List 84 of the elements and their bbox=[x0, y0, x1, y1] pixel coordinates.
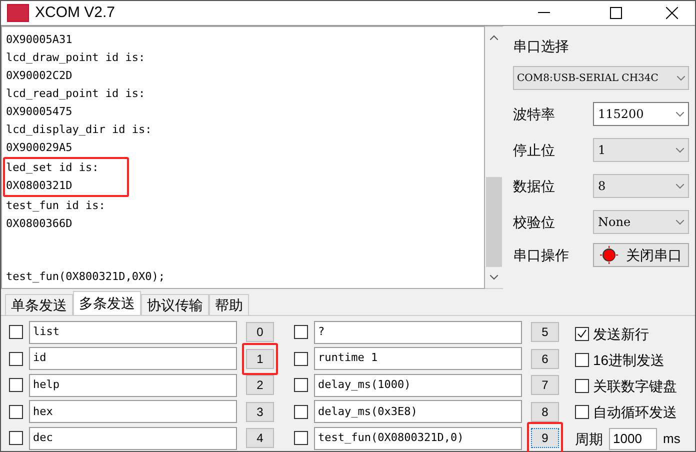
send-button[interactable]: 2 bbox=[246, 375, 274, 396]
command-field[interactable]: runtime 1 bbox=[314, 347, 522, 370]
field-label: 数据位 bbox=[513, 176, 556, 196]
port-operation-label: 串口操作 bbox=[513, 246, 570, 264]
checkbox[interactable] bbox=[9, 431, 23, 446]
checkbox[interactable] bbox=[575, 405, 589, 419]
command-field[interactable]: id bbox=[29, 347, 237, 370]
scroll-thumb[interactable] bbox=[486, 177, 502, 267]
scrollbar[interactable] bbox=[485, 26, 503, 289]
command-field[interactable]: help bbox=[29, 374, 237, 397]
option-label: 发送新行 bbox=[593, 324, 649, 344]
send-button[interactable]: 7 bbox=[531, 375, 559, 396]
close-icon bbox=[666, 7, 678, 19]
log-line: test_fun(0X800321D,0X0); bbox=[6, 269, 166, 285]
log-line: 0X90005A31 bbox=[6, 32, 74, 48]
chevron-down-icon bbox=[676, 148, 684, 152]
checkbox[interactable] bbox=[9, 352, 23, 366]
period-field[interactable]: 1000 bbox=[609, 428, 657, 450]
checkbox[interactable] bbox=[575, 327, 589, 341]
log-line: 0X90002C2D bbox=[6, 68, 74, 84]
app-logo-icon bbox=[7, 4, 29, 22]
log-line: lcd_read_point id is: bbox=[6, 86, 146, 102]
field-label: 停止位 bbox=[513, 140, 556, 160]
send-button[interactable]: 9 bbox=[531, 428, 559, 448]
option-label: 关联数字键盘 bbox=[593, 376, 677, 396]
tab[interactable]: 单条发送 bbox=[5, 294, 73, 315]
chevron-down-icon bbox=[676, 112, 684, 116]
checkbox[interactable] bbox=[294, 404, 308, 419]
command-field[interactable]: delay_ms(1000) bbox=[314, 374, 522, 397]
chevron-down-icon bbox=[676, 184, 684, 188]
option-label: 16进制发送 bbox=[593, 350, 665, 370]
checkbox[interactable] bbox=[9, 404, 23, 419]
command-field[interactable]: hex bbox=[29, 400, 237, 424]
chevron-down-icon bbox=[676, 220, 684, 224]
indicator-light-icon bbox=[600, 246, 618, 264]
checkbox[interactable] bbox=[575, 379, 589, 393]
checkbox[interactable] bbox=[9, 325, 23, 339]
checkbox[interactable] bbox=[294, 378, 308, 392]
tab[interactable]: 多条发送 bbox=[73, 291, 141, 315]
tab[interactable]: 帮助 bbox=[209, 294, 249, 315]
send-button[interactable]: 8 bbox=[531, 402, 559, 422]
command-field[interactable]: test_fun(0X0800321D,0) bbox=[314, 426, 522, 450]
window-title: XCOM V2.7 bbox=[35, 2, 116, 23]
log-line: lcd_draw_point id is: bbox=[6, 50, 146, 66]
send-button[interactable]: 1 bbox=[246, 348, 274, 369]
settings-dropdown[interactable]: 1 bbox=[593, 138, 689, 162]
settings-dropdown[interactable]: None bbox=[593, 210, 689, 234]
command-field[interactable]: list bbox=[29, 320, 237, 344]
log-line: led_set id is: bbox=[6, 160, 100, 176]
send-button[interactable]: 0 bbox=[246, 322, 274, 342]
maximize-icon bbox=[610, 7, 622, 19]
port-dropdown[interactable]: COM8:USB-SERIAL CH34C bbox=[513, 66, 689, 90]
checkbox[interactable] bbox=[294, 352, 308, 366]
send-button[interactable]: 5 bbox=[531, 322, 559, 342]
chevron-down-icon bbox=[677, 76, 685, 80]
checkbox[interactable] bbox=[294, 431, 308, 446]
log-line: lcd_display_dir id is: bbox=[6, 122, 153, 138]
checkbox[interactable] bbox=[575, 353, 589, 367]
settings-dropdown[interactable]: 8 bbox=[593, 174, 689, 198]
field-label: 波特率 bbox=[513, 104, 556, 124]
log-line: 0X900029A5 bbox=[6, 140, 74, 156]
log-line: 0X90005475 bbox=[6, 104, 74, 120]
command-field[interactable]: delay_ms(0x3E8) bbox=[314, 400, 522, 424]
send-button[interactable]: 6 bbox=[531, 348, 559, 369]
period-unit: ms bbox=[663, 430, 680, 448]
period-label: 周期 bbox=[575, 430, 603, 448]
send-button[interactable]: 3 bbox=[246, 402, 274, 422]
log-line: 0X0800366D bbox=[6, 216, 74, 232]
port-select-label: 串口选择 bbox=[513, 37, 570, 56]
log-line: test_fun id is: bbox=[6, 198, 106, 214]
option-label: 自动循环发送 bbox=[593, 402, 677, 422]
field-label: 校验位 bbox=[513, 212, 556, 232]
command-field[interactable]: ? bbox=[314, 320, 522, 344]
tab[interactable]: 协议传输 bbox=[141, 294, 209, 315]
scroll-up-icon[interactable] bbox=[490, 35, 498, 40]
send-button[interactable]: 4 bbox=[246, 428, 274, 448]
checkbox[interactable] bbox=[9, 378, 23, 392]
command-field[interactable]: dec bbox=[29, 426, 237, 450]
scroll-down-icon[interactable] bbox=[490, 275, 498, 280]
close-port-button[interactable]: 关闭串口 bbox=[593, 243, 689, 267]
checkbox[interactable] bbox=[294, 325, 308, 339]
settings-dropdown[interactable]: 115200 bbox=[593, 102, 689, 126]
log-line: 0X0800321D bbox=[6, 178, 74, 194]
minimize-icon bbox=[538, 12, 550, 14]
